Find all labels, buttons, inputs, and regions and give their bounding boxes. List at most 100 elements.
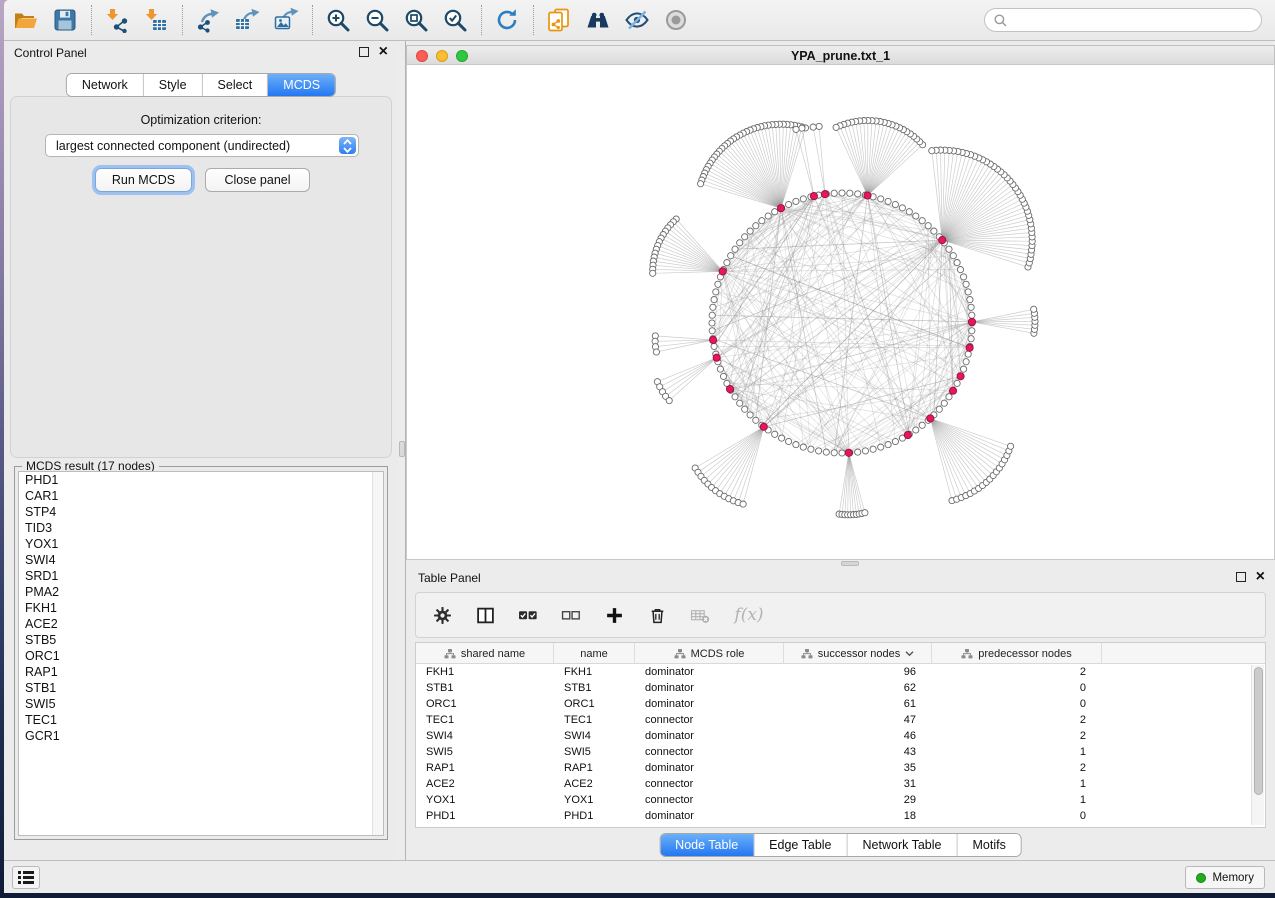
- table-cell[interactable]: SWI5: [554, 744, 635, 760]
- mcds-result-item[interactable]: SWI4: [19, 552, 383, 568]
- tab-motifs[interactable]: Motifs: [957, 834, 1020, 856]
- network-graph[interactable]: [407, 65, 1274, 559]
- table-cell[interactable]: FKH1: [416, 664, 554, 680]
- export-table-button[interactable]: [231, 4, 263, 36]
- table-cell[interactable]: 0: [932, 680, 1102, 696]
- table-cell[interactable]: PHD1: [554, 808, 635, 824]
- table-row[interactable]: TEC1TEC1connector472: [416, 712, 1265, 728]
- criterion-select[interactable]: largest connected component (undirected): [45, 134, 359, 157]
- table-row[interactable]: PHD1PHD1dominator180: [416, 808, 1265, 824]
- import-table-button[interactable]: [140, 4, 172, 36]
- table-cell[interactable]: STB1: [554, 680, 635, 696]
- table-cell[interactable]: dominator: [635, 808, 784, 824]
- mcds-result-item[interactable]: STB5: [19, 632, 383, 648]
- table-cell[interactable]: YOX1: [554, 792, 635, 808]
- hide-panels-button[interactable]: [621, 4, 653, 36]
- table-settings-button[interactable]: [430, 603, 454, 627]
- zoom-selected-button[interactable]: [439, 4, 471, 36]
- mcds-result-item[interactable]: TID3: [19, 520, 383, 536]
- table-cell[interactable]: 46: [784, 728, 932, 744]
- mcds-result-item[interactable]: ORC1: [19, 648, 383, 664]
- column-header-name[interactable]: name: [554, 643, 635, 664]
- delete-column-button[interactable]: [645, 603, 669, 627]
- splitter-handle[interactable]: [399, 441, 405, 457]
- mcds-result-item[interactable]: FKH1: [19, 600, 383, 616]
- table-cell[interactable]: ACE2: [416, 776, 554, 792]
- run-mcds-button[interactable]: Run MCDS: [95, 168, 192, 192]
- mcds-result-item[interactable]: SWI5: [19, 696, 383, 712]
- close-panel-icon[interactable]: ×: [379, 47, 388, 57]
- add-column-button[interactable]: [602, 603, 626, 627]
- table-cell[interactable]: TEC1: [416, 712, 554, 728]
- table-cell[interactable]: SWI4: [554, 728, 635, 744]
- mcds-result-item[interactable]: SRD1: [19, 568, 383, 584]
- tab-style[interactable]: Style: [144, 74, 203, 96]
- table-cell[interactable]: dominator: [635, 696, 784, 712]
- export-image-button[interactable]: [270, 4, 302, 36]
- zoom-in-button[interactable]: [322, 4, 354, 36]
- table-cell[interactable]: YOX1: [416, 792, 554, 808]
- save-session-button[interactable]: [49, 4, 81, 36]
- network-canvas[interactable]: [406, 64, 1275, 560]
- zoom-fit-button[interactable]: [400, 4, 432, 36]
- float-panel-icon[interactable]: [359, 47, 369, 57]
- tab-network-table[interactable]: Network Table: [848, 834, 958, 856]
- table-cell[interactable]: SWI5: [416, 744, 554, 760]
- table-row[interactable]: ACE2ACE2connector311: [416, 776, 1265, 792]
- mcds-result-item[interactable]: GCR1: [19, 728, 383, 744]
- table-row[interactable]: FKH1FKH1dominator962: [416, 664, 1265, 680]
- table-row[interactable]: STB1STB1dominator620: [416, 680, 1265, 696]
- delete-table-button[interactable]: [688, 603, 712, 627]
- table-row[interactable]: SWI5SWI5connector431: [416, 744, 1265, 760]
- tab-mcds[interactable]: MCDS: [268, 74, 335, 96]
- tab-network[interactable]: Network: [67, 74, 144, 96]
- table-cell[interactable]: 0: [932, 808, 1102, 824]
- table-cell[interactable]: 2: [932, 664, 1102, 680]
- mcds-result-item[interactable]: CAR1: [19, 488, 383, 504]
- column-header-shared-name[interactable]: shared name: [416, 643, 554, 664]
- table-cell[interactable]: 18: [784, 808, 932, 824]
- apply-layout-button[interactable]: [491, 4, 523, 36]
- table-cell[interactable]: SWI4: [416, 728, 554, 744]
- table-cell[interactable]: PHD1: [416, 808, 554, 824]
- table-cell[interactable]: RAP1: [554, 760, 635, 776]
- column-header-mcds-role[interactable]: MCDS role: [635, 643, 784, 664]
- close-mcds-panel-button[interactable]: Close panel: [205, 168, 310, 192]
- table-cell[interactable]: ACE2: [554, 776, 635, 792]
- table-cell[interactable]: FKH1: [554, 664, 635, 680]
- open-network-button[interactable]: [10, 4, 42, 36]
- table-cell[interactable]: 96: [784, 664, 932, 680]
- mcds-list-scrollbar[interactable]: [372, 472, 383, 835]
- table-cell[interactable]: dominator: [635, 728, 784, 744]
- table-cell[interactable]: connector: [635, 792, 784, 808]
- table-row[interactable]: RAP1RAP1dominator352: [416, 760, 1265, 776]
- table-cell[interactable]: STB1: [416, 680, 554, 696]
- table-cell[interactable]: dominator: [635, 760, 784, 776]
- table-row[interactable]: ORC1ORC1dominator610: [416, 696, 1265, 712]
- tab-select[interactable]: Select: [203, 74, 269, 96]
- table-row[interactable]: YOX1YOX1connector291: [416, 792, 1265, 808]
- table-cell[interactable]: ORC1: [416, 696, 554, 712]
- mcds-result-item[interactable]: STB1: [19, 680, 383, 696]
- table-cell[interactable]: 1: [932, 792, 1102, 808]
- task-history-button[interactable]: [12, 866, 40, 889]
- table-cell[interactable]: 1: [932, 776, 1102, 792]
- export-network-button[interactable]: [192, 4, 224, 36]
- table-cell[interactable]: 29: [784, 792, 932, 808]
- memory-button[interactable]: Memory: [1185, 866, 1265, 889]
- tab-edge-table[interactable]: Edge Table: [754, 834, 847, 856]
- import-network-button[interactable]: [101, 4, 133, 36]
- select-all-rows-button[interactable]: [516, 603, 540, 627]
- mcds-result-item[interactable]: STP4: [19, 504, 383, 520]
- table-cell[interactable]: 62: [784, 680, 932, 696]
- table-cell[interactable]: 35: [784, 760, 932, 776]
- show-graphics-details-button[interactable]: [660, 4, 692, 36]
- mcds-result-item[interactable]: ACE2: [19, 616, 383, 632]
- vertical-splitter[interactable]: [398, 41, 406, 860]
- deselect-all-rows-button[interactable]: [559, 603, 583, 627]
- column-header-predecessor-nodes[interactable]: predecessor nodes: [932, 643, 1102, 664]
- table-cell[interactable]: dominator: [635, 680, 784, 696]
- search-network-button[interactable]: [582, 4, 614, 36]
- table-cell[interactable]: 47: [784, 712, 932, 728]
- table-scrollbar[interactable]: [1251, 665, 1264, 825]
